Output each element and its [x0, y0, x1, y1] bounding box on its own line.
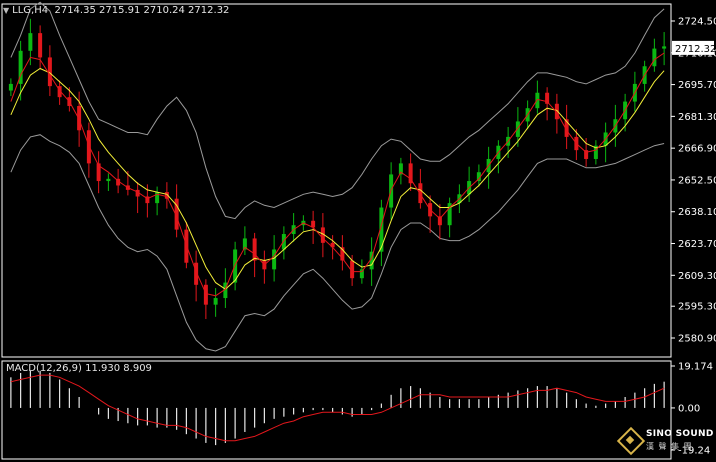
- candle-body: [662, 46, 667, 49]
- price-axis-label: 2695.70: [678, 80, 716, 91]
- price-axis-label: 2652.50: [678, 175, 716, 186]
- price-axis-label: 2609.30: [678, 271, 716, 282]
- price-panel-frame: [1, 3, 672, 358]
- candle-body: [213, 298, 218, 305]
- current-price-label: 2712.32: [675, 44, 716, 55]
- dropdown-triangle-icon[interactable]: ▼: [3, 6, 9, 15]
- price-axis-label: 2666.90: [678, 144, 716, 155]
- bollinger-lower-band: [10, 134, 665, 352]
- candle-body: [155, 192, 160, 204]
- macd-axis-label: 0.00: [678, 403, 700, 414]
- macd-panel-frame: [1, 360, 672, 460]
- logo-brand-name: SINO SOUND: [646, 429, 714, 439]
- candle-body: [77, 105, 82, 131]
- candle-body: [359, 269, 364, 279]
- bollinger-upper-band: [10, 1, 665, 220]
- ohlc-header-text: LLG,H4 2714.35 2715.91 2710.24 2712.32: [12, 5, 230, 16]
- candle-body: [106, 178, 111, 182]
- candle-body: [418, 183, 423, 204]
- macd-axis-label: 19.174: [678, 362, 713, 373]
- candle-body: [652, 48, 657, 67]
- candle-body: [281, 234, 286, 250]
- candle-body: [86, 130, 91, 164]
- candle-body: [272, 249, 277, 270]
- candle-body: [38, 33, 43, 58]
- trading-chart-window: 2724.502710.102695.702681.302666.902652.…: [0, 0, 716, 462]
- macd-header: MACD(12,26,9) 11.930 8.909: [6, 363, 152, 374]
- chart-canvas[interactable]: 2724.502710.102695.702681.302666.902652.…: [0, 0, 716, 462]
- sino-sound-logo: SINO SOUND 漢 聲 集 團: [616, 426, 714, 460]
- price-axis-label: 2580.90: [678, 334, 716, 345]
- candle-body: [203, 284, 208, 305]
- candle-body: [28, 33, 33, 51]
- price-chart-header: ▼ LLG,H4 2714.35 2715.91 2710.24 2712.32: [3, 5, 229, 16]
- price-axis-label: 2623.70: [678, 239, 716, 250]
- candle-body: [515, 121, 520, 137]
- price-axis-label: 2595.30: [678, 302, 716, 313]
- price-axis-label: 2638.10: [678, 207, 716, 218]
- candle-body: [252, 238, 257, 261]
- candles-group: [8, 18, 667, 320]
- price-axis-label: 2681.30: [678, 112, 716, 123]
- macd-histogram-group: [10, 370, 665, 446]
- ma-fast-line: [10, 52, 665, 297]
- price-axis-label: 2724.50: [678, 17, 716, 28]
- candle-body: [535, 92, 540, 109]
- logo-brand-subtitle: 漢 聲 集 團: [646, 442, 693, 451]
- candle-body: [8, 83, 13, 91]
